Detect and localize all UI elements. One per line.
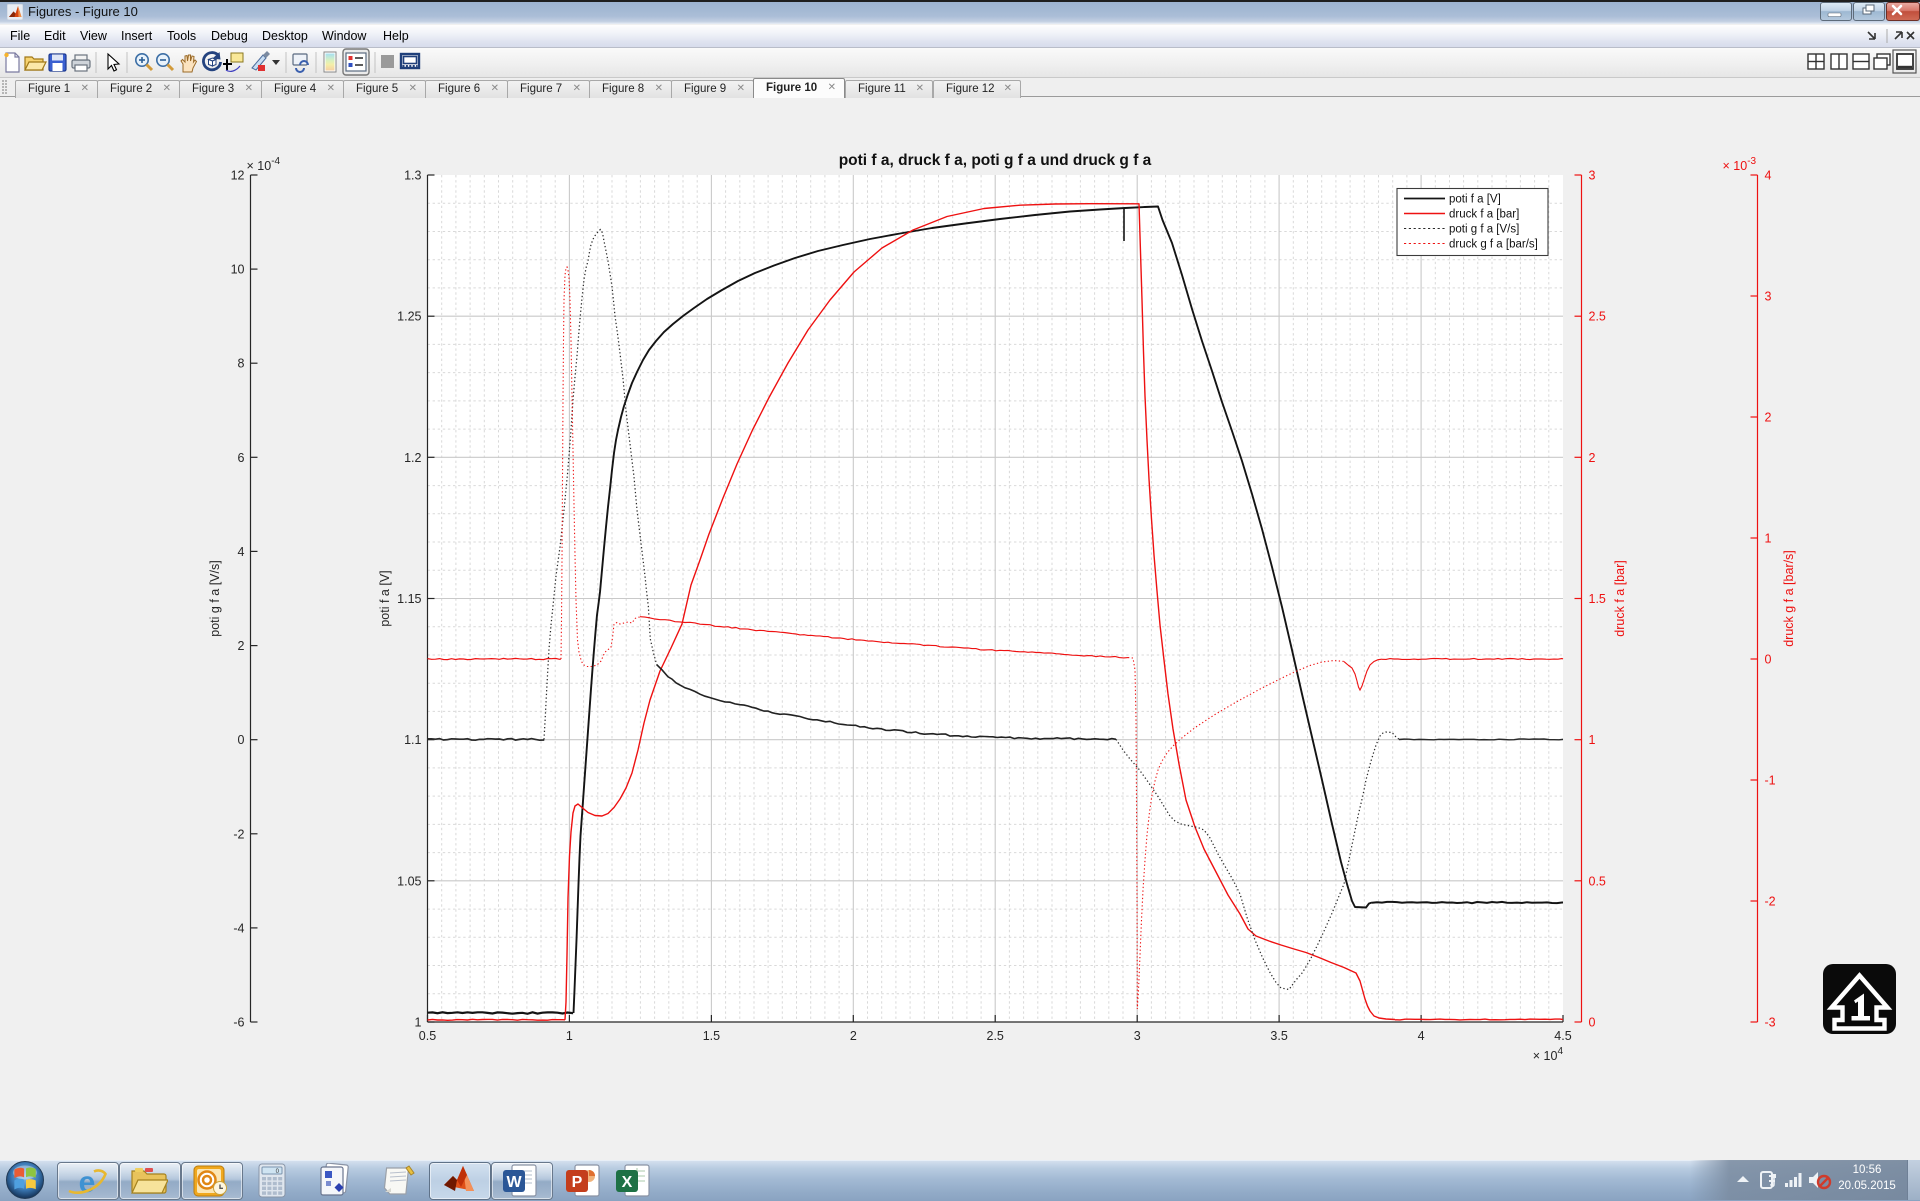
svg-text:druck g f a [bar/s]: druck g f a [bar/s] <box>1449 239 1538 251</box>
svg-text:-3: -3 <box>1765 1016 1776 1030</box>
svg-text:0: 0 <box>238 733 245 747</box>
svg-text:2: 2 <box>850 1029 857 1043</box>
svg-text:P: P <box>572 1174 583 1191</box>
svg-text:1: 1 <box>1765 532 1772 546</box>
svg-text:W: W <box>506 1174 522 1191</box>
svg-text:1: 1 <box>415 1016 422 1030</box>
svg-text:2.5: 2.5 <box>987 1029 1004 1043</box>
svg-text:0: 0 <box>1589 1016 1596 1030</box>
svg-text:0.5: 0.5 <box>419 1029 436 1043</box>
svg-text:1.05: 1.05 <box>397 874 421 888</box>
svg-text:1: 1 <box>566 1029 573 1043</box>
svg-text:poti g f a [V/s]: poti g f a [V/s] <box>1449 224 1519 236</box>
svg-text:1.5: 1.5 <box>703 1029 720 1043</box>
svg-text:-6: -6 <box>233 1016 244 1030</box>
svg-text:1.15: 1.15 <box>397 592 421 606</box>
svg-text:-2: -2 <box>1765 895 1776 909</box>
svg-text:poti g f a [V/s]: poti g f a [V/s] <box>208 560 222 636</box>
svg-text:4: 4 <box>238 545 245 559</box>
svg-text:-1: -1 <box>1765 774 1776 788</box>
svg-text:1.2: 1.2 <box>404 451 421 465</box>
svg-text:0.5: 0.5 <box>1589 874 1606 888</box>
svg-text:druck f a [bar]: druck f a [bar] <box>1613 560 1627 636</box>
svg-text:4: 4 <box>1418 1029 1425 1043</box>
svg-text:12: 12 <box>231 169 245 183</box>
svg-text:-2: -2 <box>233 827 244 841</box>
svg-text:10: 10 <box>231 263 245 277</box>
svg-text:3.5: 3.5 <box>1270 1029 1287 1043</box>
svg-text:0: 0 <box>1765 653 1772 667</box>
svg-text:× 10-3: × 10-3 <box>1723 156 1757 173</box>
svg-text:4.5: 4.5 <box>1554 1029 1571 1043</box>
svg-text:× 104: × 104 <box>1533 1046 1564 1063</box>
svg-text:poti f a [V]: poti f a [V] <box>1449 194 1501 206</box>
svg-text:1.1: 1.1 <box>404 733 421 747</box>
svg-text:X: X <box>622 1174 633 1191</box>
svg-text:poti f a, druck f a, poti g f: poti f a, druck f a, poti g f a und druc… <box>839 152 1152 169</box>
svg-text:6: 6 <box>238 451 245 465</box>
svg-text:1.5: 1.5 <box>1589 592 1606 606</box>
svg-text:1.25: 1.25 <box>397 310 421 324</box>
svg-text:1: 1 <box>1589 733 1596 747</box>
svg-text:druck f a [bar]: druck f a [bar] <box>1449 209 1519 221</box>
svg-text:2: 2 <box>1589 451 1596 465</box>
svg-text:-4: -4 <box>233 921 244 935</box>
svg-text:1.3: 1.3 <box>404 169 421 183</box>
svg-text:× 10-4: × 10-4 <box>247 156 281 173</box>
svg-text:3: 3 <box>1765 290 1772 304</box>
svg-text:2: 2 <box>238 639 245 653</box>
svg-text:2: 2 <box>1765 411 1772 425</box>
svg-text:druck g f a [bar/s]: druck g f a [bar/s] <box>1782 550 1796 647</box>
svg-text:2.5: 2.5 <box>1589 310 1606 324</box>
svg-text:poti f a [V]: poti f a [V] <box>378 570 392 626</box>
svg-text:4: 4 <box>1765 169 1772 183</box>
svg-text:3: 3 <box>1134 1029 1141 1043</box>
svg-text:8: 8 <box>238 357 245 371</box>
svg-text:3: 3 <box>1589 169 1596 183</box>
